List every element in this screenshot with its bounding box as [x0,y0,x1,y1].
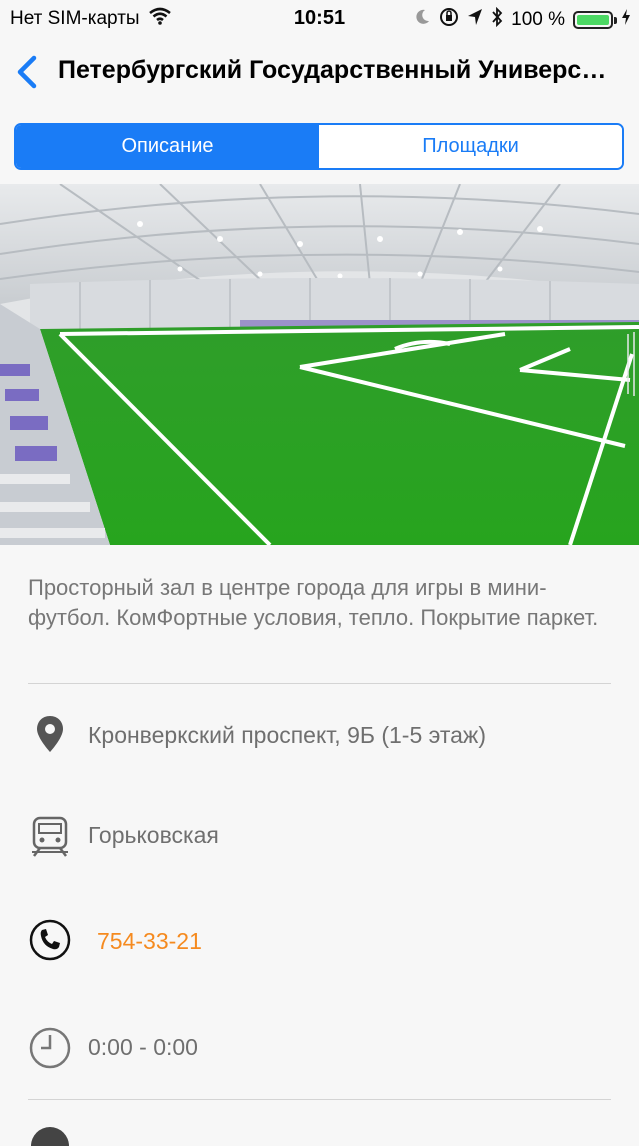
phone-icon [28,918,72,962]
metro-row: Горьковская [0,806,639,866]
metro-station-text: Горьковская [88,822,219,848]
back-button[interactable] [10,52,46,92]
hours-row: 0:00 - 0:00 [0,1018,639,1078]
battery-percent: 100 % [511,9,565,30]
divider [28,683,611,684]
phone-row[interactable]: 754-33-21 [0,912,639,972]
hours-text: 0:00 - 0:00 [88,1034,198,1060]
tab-venues[interactable]: Площадки [319,125,622,168]
venue-photo [0,184,639,545]
divider [28,1099,611,1100]
page-title: Петербургский Государственный Университе… [58,56,618,84]
segmented-control: Описание Площадки [14,123,624,170]
status-bar: Нет SIM-карты 10:51 100 % [0,0,639,36]
train-icon [28,814,72,858]
moon-icon [415,8,431,32]
more-info-icon [28,1124,72,1146]
navigation-bar: Петербургский Государственный Университе… [0,36,639,112]
location-pin-icon [28,712,72,756]
location-arrow-icon [467,8,483,32]
clock-icon [28,1026,72,1070]
phone-link[interactable]: 754-33-21 [97,928,202,955]
address-row: Кронверкский проспект, 9Б (1-5 этаж) [0,706,639,766]
tab-description[interactable]: Описание [16,125,319,168]
charging-icon [621,8,631,32]
battery-icon [573,11,617,29]
rotation-lock-icon [439,7,459,33]
bluetooth-icon [491,6,503,33]
address-text: Кронверкский проспект, 9Б (1-5 этаж) [88,722,486,748]
chevron-left-icon [17,55,37,89]
venue-description: Просторный зал в центре города для игры … [28,575,599,630]
